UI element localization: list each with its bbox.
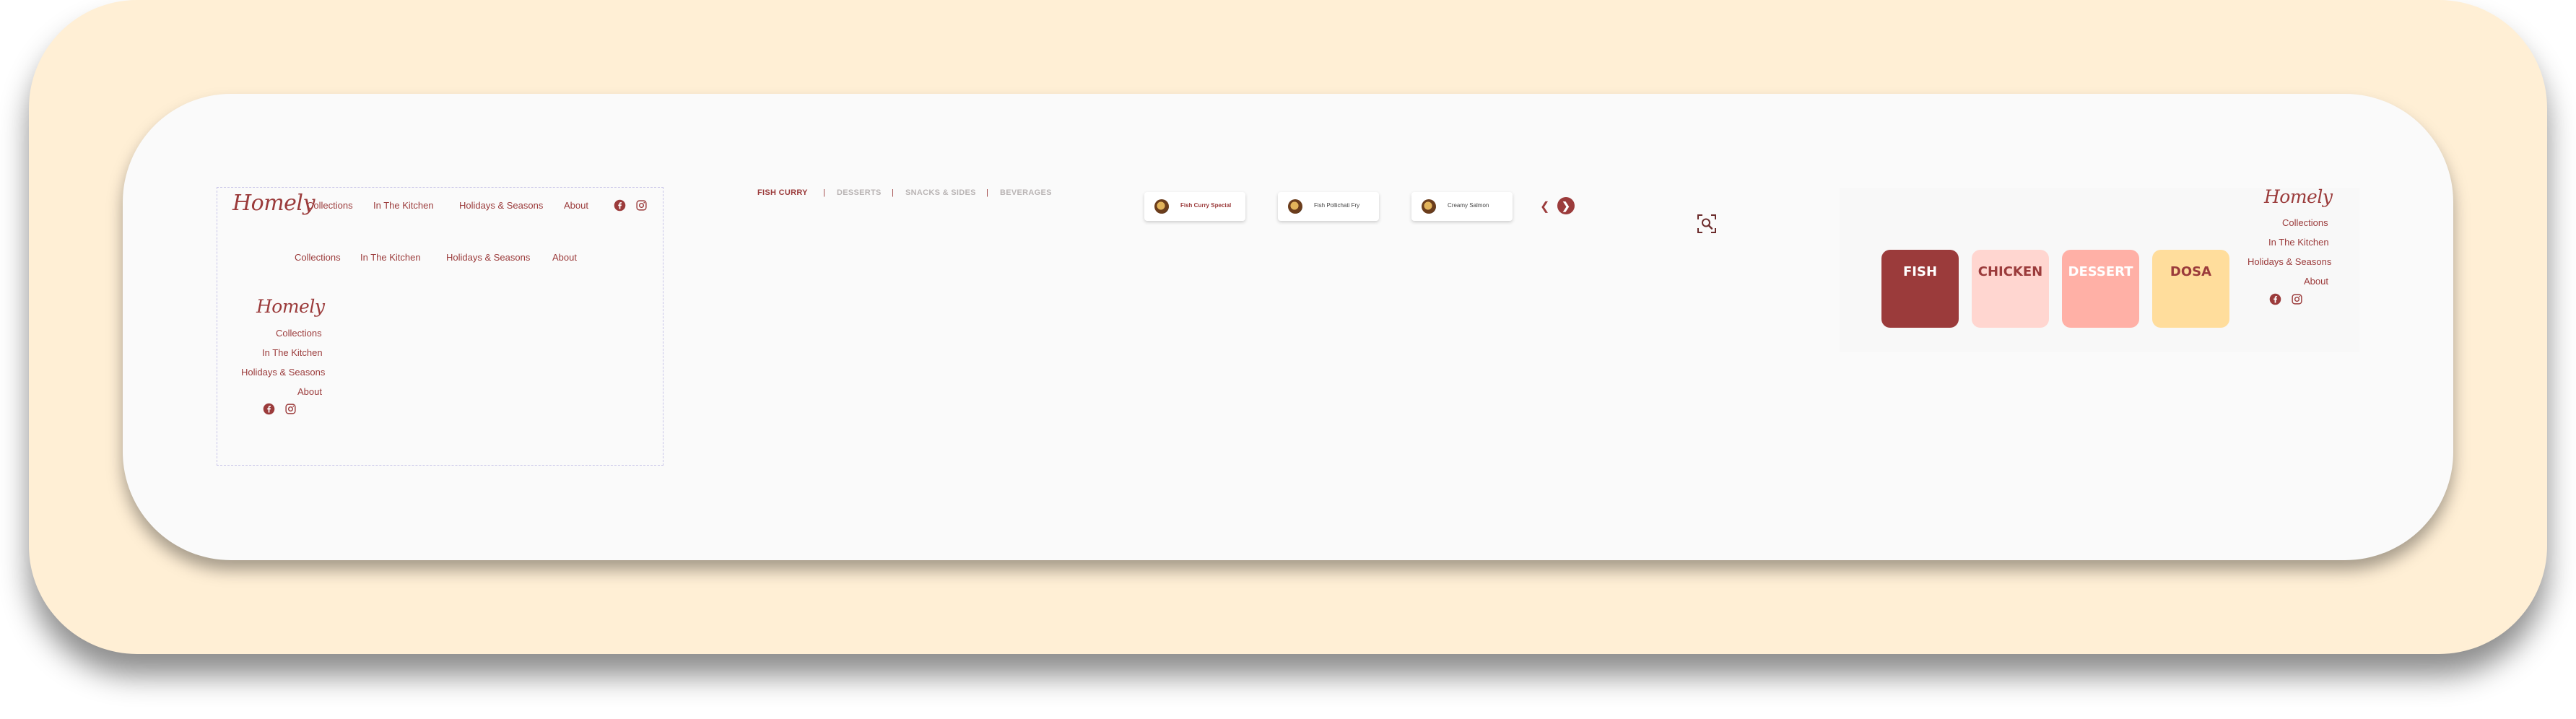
facebook-icon[interactable]	[614, 199, 626, 212]
recipe-card-label: Fish Pollichati Fry	[1314, 202, 1360, 209]
nav-link-collections[interactable]: Collections	[295, 252, 341, 263]
category-label: CHICKEN	[1977, 264, 2043, 279]
recipe-thumbnail	[1422, 199, 1436, 214]
tab-separator: |	[892, 188, 894, 197]
chevron-right-icon[interactable]: ❯	[1557, 197, 1575, 214]
category-tile-dosa[interactable]: DOSA	[2152, 250, 2229, 328]
nav-link-about[interactable]: About	[564, 200, 588, 211]
logo[interactable]: Homely	[256, 296, 325, 317]
nav-link-holidays-seasons[interactable]: Holidays & Seasons	[241, 367, 325, 378]
instagram-icon[interactable]	[2291, 293, 2303, 305]
logo[interactable]: Homely	[232, 191, 315, 216]
category-tile-fish[interactable]: FISH	[1881, 250, 1959, 328]
nav-link-holidays-seasons[interactable]: Holidays & Seasons	[446, 252, 530, 263]
nav-link-in-the-kitchen[interactable]: In The Kitchen	[373, 200, 434, 211]
zoom-select-icon[interactable]	[1697, 214, 1716, 233]
instagram-icon[interactable]	[284, 403, 297, 415]
component-frame	[217, 187, 663, 466]
nav-link-about[interactable]: About	[552, 252, 577, 263]
facebook-icon[interactable]	[263, 403, 275, 415]
nav-link-collections[interactable]: Collections	[2282, 217, 2328, 228]
category-tile-chicken[interactable]: CHICKEN	[1972, 250, 2049, 328]
nav-link-collections[interactable]: Collections	[276, 328, 322, 339]
tab-desserts[interactable]: DESSERTS	[837, 188, 882, 197]
recipe-card[interactable]: Fish Curry Special	[1144, 192, 1245, 221]
category-label: FISH	[1902, 264, 1938, 279]
category-label: DESSERT	[2068, 264, 2133, 279]
chevron-left-icon[interactable]: ❮	[1540, 199, 1549, 214]
recipe-card-label: Fish Curry Special	[1180, 202, 1232, 209]
nav-link-in-the-kitchen[interactable]: In The Kitchen	[262, 347, 323, 358]
nav-link-collections[interactable]: Collections	[307, 200, 353, 211]
tab-beverages[interactable]: BEVERAGES	[1000, 188, 1052, 197]
tab-separator: |	[986, 188, 988, 197]
nav-link-holidays-seasons[interactable]: Holidays & Seasons	[2248, 256, 2331, 267]
nav-link-in-the-kitchen[interactable]: In The Kitchen	[2268, 237, 2329, 248]
nav-link-in-the-kitchen[interactable]: In The Kitchen	[360, 252, 421, 263]
nav-link-holidays-seasons[interactable]: Holidays & Seasons	[459, 200, 543, 211]
instagram-icon[interactable]	[635, 199, 648, 212]
tab-fish-curry[interactable]: FISH CURRY	[757, 188, 808, 197]
recipe-thumbnail	[1288, 199, 1302, 214]
recipe-card-label: Creamy Salmon	[1448, 202, 1489, 209]
recipe-card[interactable]: Creamy Salmon	[1411, 192, 1513, 221]
recipe-card[interactable]: Fish Pollichati Fry	[1278, 192, 1379, 221]
nav-link-about[interactable]: About	[297, 386, 322, 397]
tab-snacks-sides[interactable]: SNACKS & SIDES	[905, 188, 976, 197]
category-tile-dessert[interactable]: DESSERT	[2062, 250, 2139, 328]
recipe-thumbnail	[1154, 199, 1169, 214]
facebook-icon[interactable]	[2269, 293, 2281, 305]
category-label: DOSA	[2170, 264, 2212, 279]
tab-separator: |	[823, 188, 825, 197]
logo[interactable]: Homely	[2264, 186, 2333, 207]
nav-link-about[interactable]: About	[2304, 276, 2328, 287]
